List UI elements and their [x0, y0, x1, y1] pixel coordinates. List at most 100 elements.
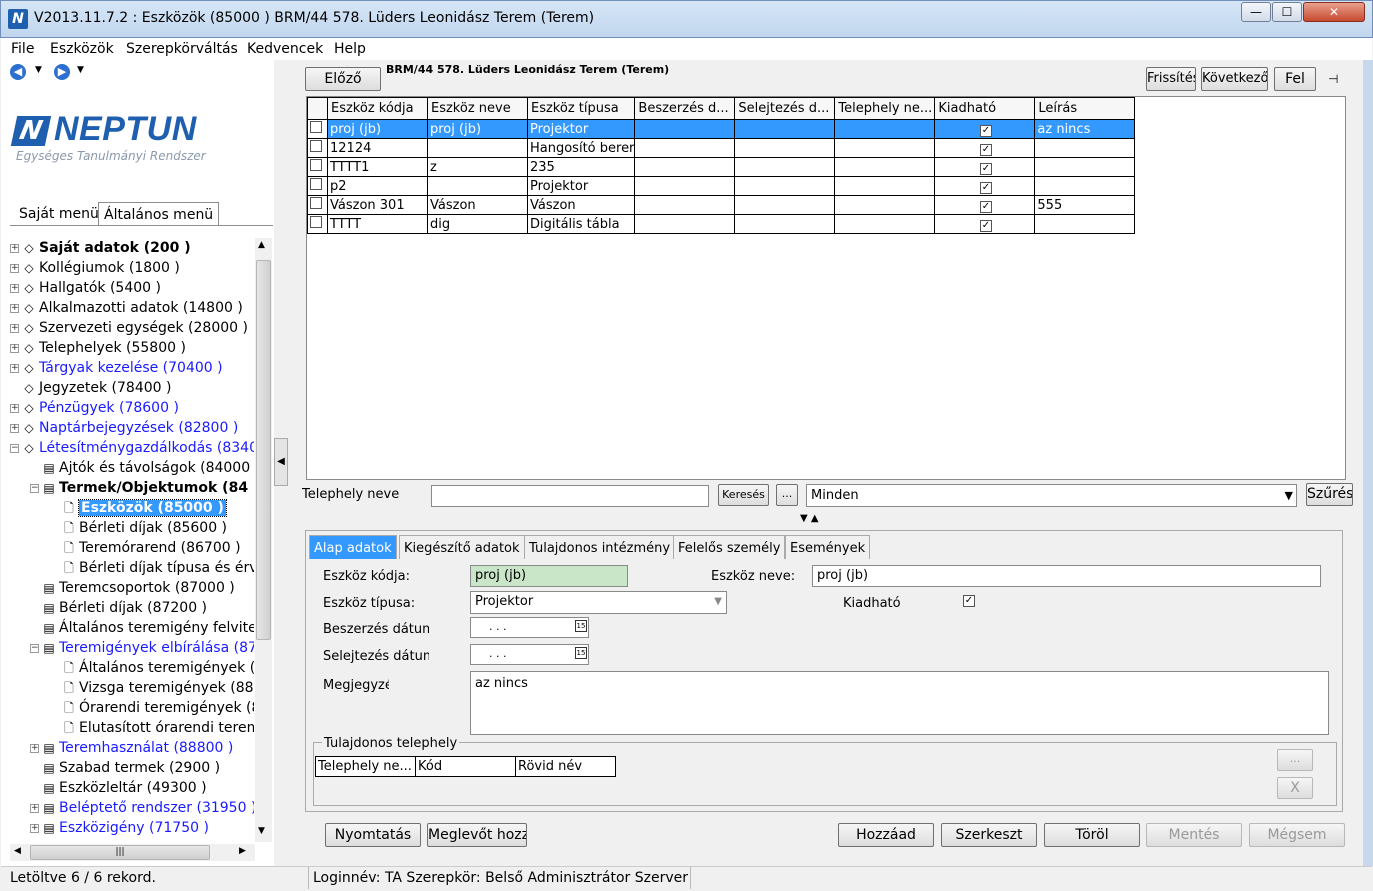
- menu-szerepkorvaltas[interactable]: Szerepkörváltás: [126, 41, 238, 57]
- tree-item[interactable]: + ◇ Alkalmazotti adatok (14800 ): [10, 298, 243, 318]
- tree-item[interactable]: − ◇ Létesítménygazdálkodás (8340: [10, 438, 254, 458]
- filter-site-input[interactable]: [431, 485, 709, 507]
- col-header-description[interactable]: Leírás: [1034, 97, 1136, 120]
- refresh-button[interactable]: Frissítés: [1146, 67, 1196, 91]
- expand-icon[interactable]: +: [30, 823, 39, 833]
- expand-icon[interactable]: +: [10, 283, 19, 293]
- row-select-cell[interactable]: [307, 195, 328, 215]
- tree-item[interactable]: − ▤ Termek/Objektumok (84: [30, 478, 248, 498]
- tree-item[interactable]: + ◇ Saját adatok (200 ): [10, 238, 191, 258]
- row-select-cell[interactable]: [307, 157, 328, 177]
- tree-item[interactable]: + ◇ Naptárbejegyzések (82800 ): [10, 418, 238, 438]
- owner-col-code[interactable]: Kód: [415, 756, 516, 777]
- chevron-down-icon[interactable]: ▼: [1285, 489, 1293, 502]
- tree-item[interactable]: + ◇ Tárgyak kezelése (70400 ): [10, 358, 223, 378]
- add-existing-button[interactable]: Meglevőt hozzáa: [427, 823, 527, 847]
- row-select-cell[interactable]: [307, 214, 328, 234]
- table-row[interactable]: p2 Projektor ✓: [307, 176, 1136, 196]
- tree-item[interactable]: + ▤ Teremhasználat (88800 ): [30, 738, 233, 758]
- expand-icon[interactable]: +: [10, 323, 19, 333]
- cell-issuable[interactable]: ✓: [934, 157, 1036, 177]
- filter-ellipsis-button[interactable]: ...: [776, 484, 798, 506]
- calendar-icon[interactable]: 15: [575, 647, 587, 659]
- next-button[interactable]: Következő: [1201, 67, 1268, 91]
- code-field[interactable]: proj (jb): [470, 565, 628, 587]
- calendar-icon[interactable]: 15: [575, 620, 587, 632]
- owner-col-short-name[interactable]: Rövid név: [515, 756, 616, 777]
- row-select-cell[interactable]: [307, 138, 328, 158]
- cell-issuable[interactable]: ✓: [934, 119, 1036, 139]
- owner-ellipsis-button[interactable]: ...: [1277, 749, 1313, 771]
- cell-issuable[interactable]: ✓: [934, 195, 1036, 215]
- tree-vertical-thumb[interactable]: [256, 260, 271, 640]
- type-select[interactable]: Projektor ▼: [470, 591, 727, 614]
- edit-button[interactable]: Szerkeszt: [941, 823, 1037, 847]
- tree-item[interactable]: 🗋 Bérleti díjak (85600 ): [50, 518, 227, 538]
- cell-issuable[interactable]: ✓: [934, 214, 1036, 234]
- row-select-checkbox[interactable]: [310, 159, 322, 171]
- note-textarea[interactable]: az nincs: [470, 671, 1329, 735]
- issuable-checkbox[interactable]: ✓: [979, 200, 992, 213]
- row-select-checkbox[interactable]: [310, 140, 322, 152]
- tree-item[interactable]: 🗋 Órarendi teremigények (8: [50, 698, 254, 718]
- expand-icon[interactable]: +: [10, 363, 19, 373]
- tree-item[interactable]: + ◇ Telephelyek (55800 ): [10, 338, 186, 358]
- issuable-checkbox[interactable]: ✓: [979, 162, 992, 175]
- pin-icon[interactable]: ⊣: [1328, 72, 1338, 86]
- expand-icon[interactable]: +: [30, 803, 39, 813]
- collapse-icon[interactable]: −: [30, 483, 39, 493]
- scroll-right-icon[interactable]: ▶: [239, 846, 246, 856]
- tree-horizontal-scrollbar[interactable]: ◀ ||| ▶: [10, 844, 255, 861]
- scroll-down-icon[interactable]: ▼: [258, 826, 265, 836]
- issuable-checkbox[interactable]: ✓: [979, 181, 992, 194]
- col-header-type[interactable]: Eszköz típusa: [526, 97, 636, 120]
- close-button[interactable]: ✕: [1303, 2, 1365, 22]
- expand-icon[interactable]: +: [10, 403, 19, 413]
- tab-responsible-person[interactable]: Felelős személy: [673, 535, 786, 559]
- row-select-cell[interactable]: [307, 176, 328, 196]
- print-button[interactable]: Nyomtatás: [325, 823, 421, 847]
- tree-item[interactable]: + ◇ Pénzügyek (78600 ): [10, 398, 179, 418]
- col-header-issuable[interactable]: Kiadható: [934, 97, 1036, 120]
- owner-remove-button[interactable]: X: [1277, 777, 1313, 799]
- expand-icon[interactable]: +: [10, 303, 19, 313]
- cell-issuable[interactable]: ✓: [934, 138, 1036, 158]
- tab-general-menu[interactable]: Általános menü: [98, 202, 220, 226]
- expand-icon[interactable]: +: [10, 243, 19, 253]
- tree-item[interactable]: + ◇ Hallgatók (5400 ): [10, 278, 161, 298]
- menu-eszkozok[interactable]: Eszközök: [50, 41, 114, 57]
- scroll-left-icon[interactable]: ◀: [14, 846, 21, 856]
- table-row[interactable]: proj (jb) proj (jb) Projektor ✓ az nincs: [307, 119, 1136, 139]
- tab-own-menu[interactable]: Saját menü: [14, 202, 104, 226]
- tree-item[interactable]: 🗋 Eszközök (85000 ): [50, 498, 227, 518]
- owner-col-site-name[interactable]: Telephely ne...: [315, 756, 416, 777]
- purchase-date-field[interactable]: . . . 15: [470, 617, 589, 638]
- search-button[interactable]: Keresés: [718, 484, 769, 506]
- col-header-purchase-date[interactable]: Beszerzés d...: [634, 97, 736, 120]
- table-row[interactable]: TTTT dig Digitális tábla ✓: [307, 214, 1136, 234]
- menu-file[interactable]: File: [11, 41, 34, 57]
- tree-item[interactable]: ▤ Teremcsoportok (87000 ): [30, 578, 234, 598]
- tree-vertical-scrollbar[interactable]: ▲ ▼: [255, 238, 272, 842]
- cell-issuable[interactable]: ✓: [934, 176, 1036, 196]
- forward-arrow-icon[interactable]: ▶: [54, 64, 70, 80]
- back-dropdown-icon[interactable]: ▼: [35, 65, 42, 75]
- add-button[interactable]: Hozzáad: [838, 823, 934, 847]
- up-button[interactable]: Fel: [1274, 67, 1316, 91]
- scroll-up-icon[interactable]: ▲: [258, 240, 265, 250]
- expand-icon[interactable]: +: [30, 743, 39, 753]
- tree-item[interactable]: ▤ Szabad termek (2900 ): [30, 758, 220, 778]
- expand-icon[interactable]: +: [10, 423, 19, 433]
- name-field[interactable]: proj (jb): [812, 565, 1321, 587]
- col-header-scrap-date[interactable]: Selejtezés d...: [734, 97, 836, 120]
- cancel-button[interactable]: Mégsem: [1249, 823, 1345, 847]
- scrap-date-field[interactable]: . . . 15: [470, 644, 589, 665]
- chevron-down-icon[interactable]: ▼: [714, 596, 722, 607]
- splitter-arrows-icon[interactable]: ▼ ▲: [800, 513, 819, 524]
- col-header-code[interactable]: Eszköz kódja: [327, 97, 428, 120]
- collapse-icon[interactable]: −: [10, 443, 19, 453]
- minimize-button[interactable]: —: [1241, 2, 1271, 22]
- tree-item[interactable]: ▤ Bérleti díjak (87200 ): [30, 598, 207, 618]
- forward-dropdown-icon[interactable]: ▼: [77, 65, 84, 75]
- row-select-checkbox[interactable]: [310, 178, 322, 190]
